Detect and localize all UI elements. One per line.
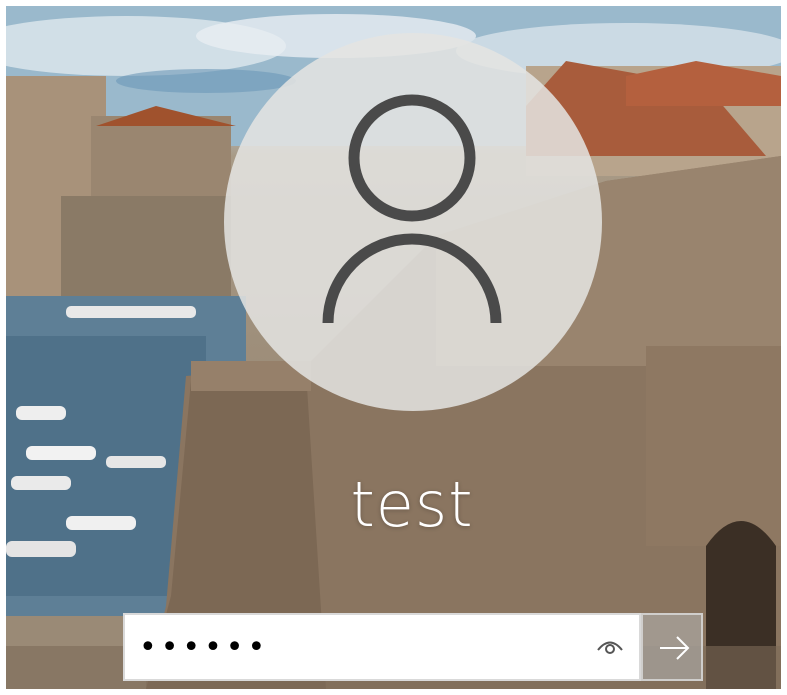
user-silhouette-icon (322, 94, 502, 324)
lock-screen: test (6, 6, 781, 689)
submit-button[interactable] (641, 613, 703, 681)
user-avatar (224, 33, 602, 411)
password-input[interactable] (139, 615, 579, 679)
username-label: test (350, 468, 474, 541)
password-field[interactable] (123, 613, 641, 681)
reveal-password-button[interactable] (593, 631, 627, 661)
arrow-right-icon (660, 636, 690, 660)
eye-icon (597, 641, 623, 654)
